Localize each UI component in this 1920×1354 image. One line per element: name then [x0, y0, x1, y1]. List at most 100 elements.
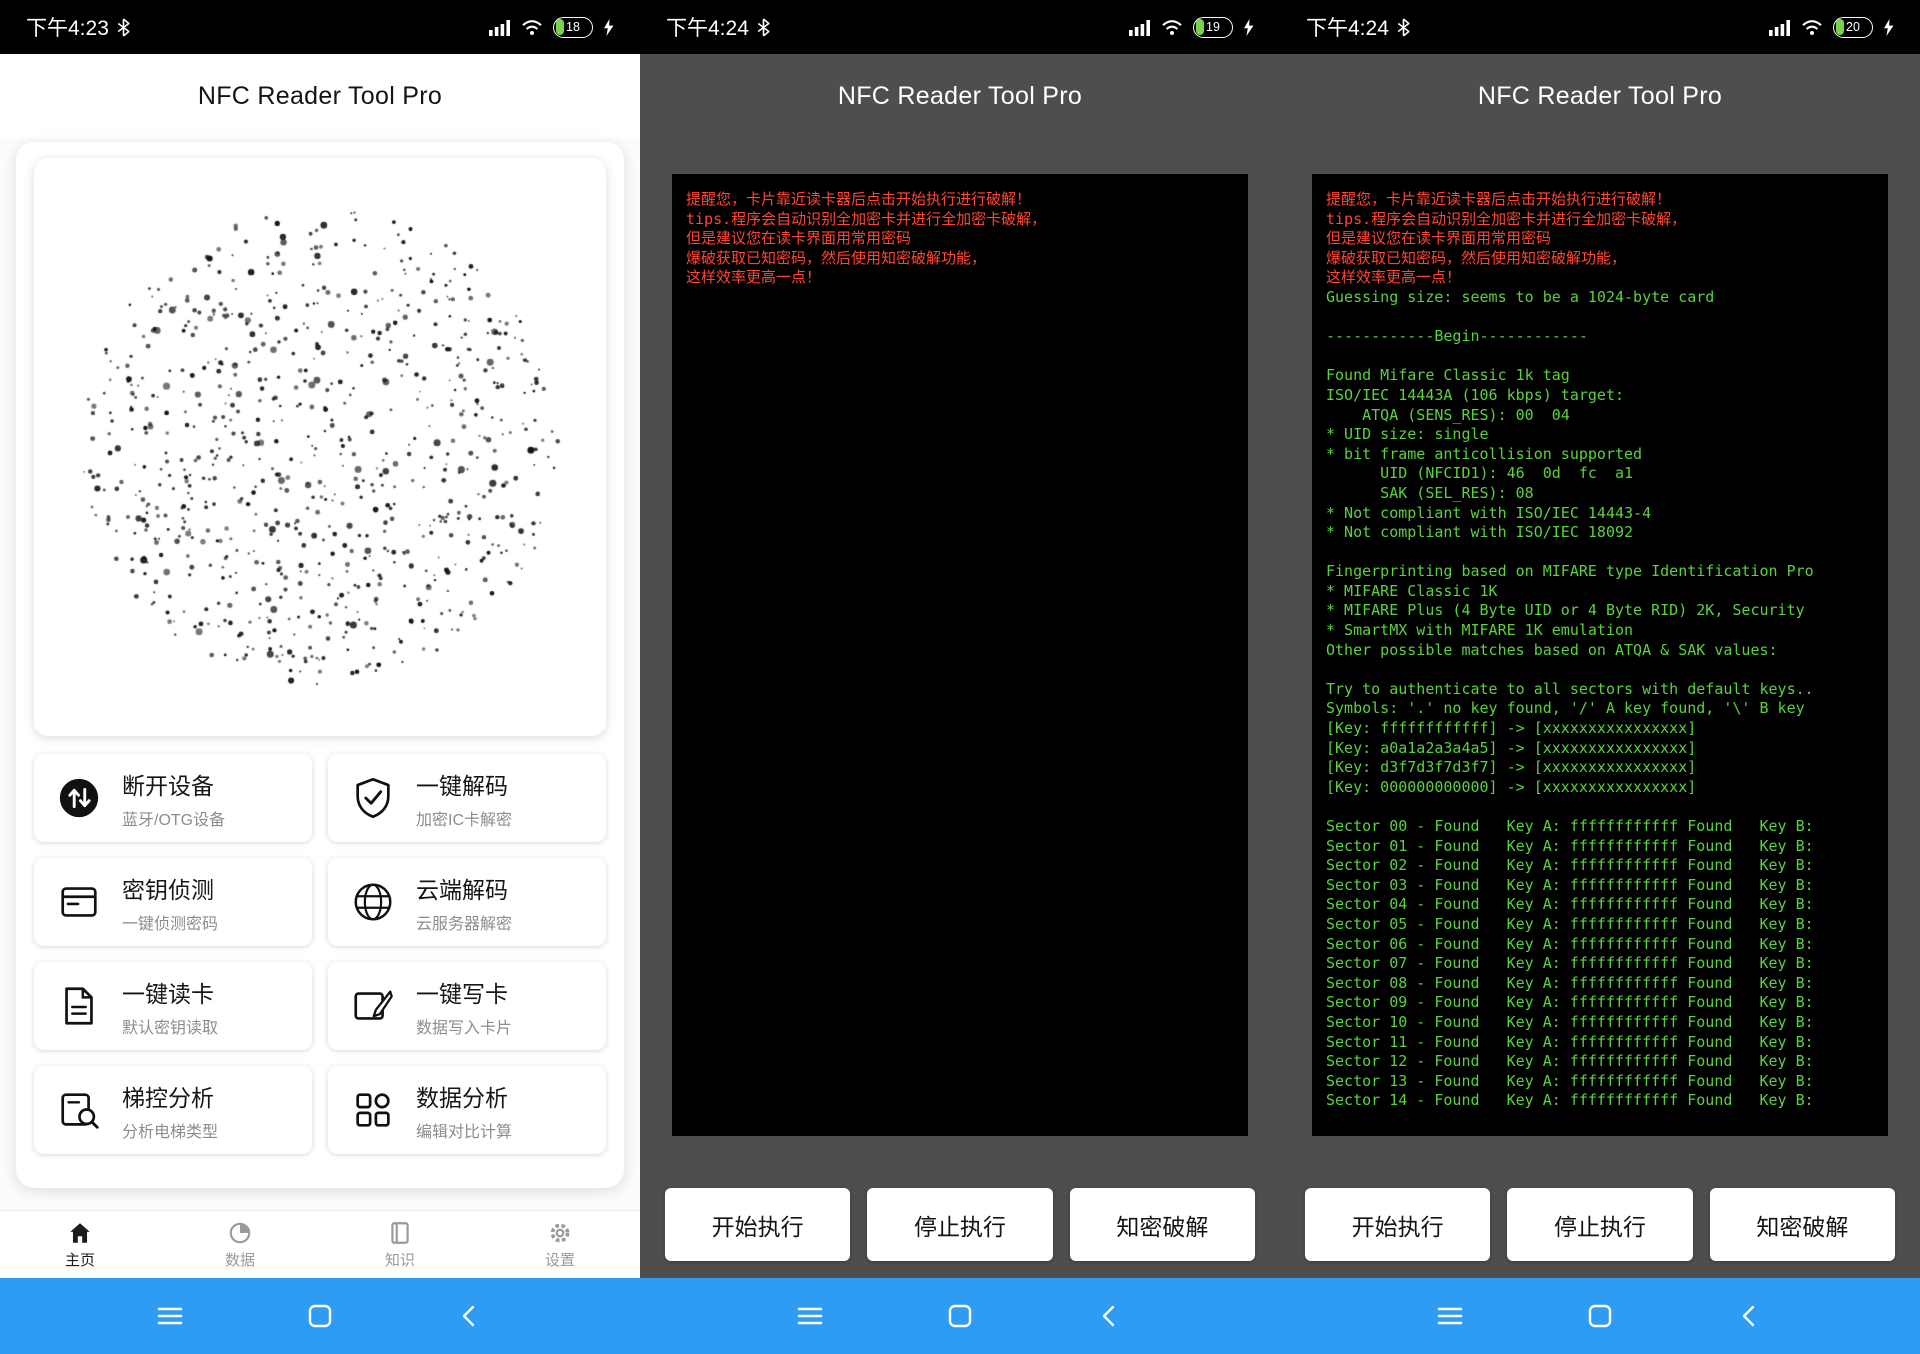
action-title: 断开设备 — [122, 767, 225, 801]
crack-content: 提醒您，卡片靠近读卡器后点击开始执行进行破解！tips.程序会自动识别全加密卡并… — [640, 138, 1280, 1278]
terminal-output[interactable]: 提醒您，卡片靠近读卡器后点击开始执行进行破解！tips.程序会自动识别全加密卡并… — [1312, 174, 1888, 1136]
elevator-analysis-button[interactable]: 梯控分析分析电梯类型 — [34, 1066, 312, 1154]
action-subtitle: 编辑对比计算 — [416, 1118, 512, 1142]
action-subtitle: 数据写入卡片 — [416, 1014, 512, 1038]
terminal-line: 但是建议您在读卡界面用常用密码 — [1326, 229, 1874, 249]
nav-back-button[interactable] — [448, 1294, 492, 1338]
status-left: 下午4:24 — [1306, 12, 1410, 42]
elevator-analysis-icon — [56, 1087, 102, 1133]
terminal-line: Other possible matches based on ATQA & S… — [1326, 641, 1874, 661]
nav-home-button[interactable] — [938, 1294, 982, 1338]
action-subtitle: 云服务器解密 — [416, 910, 512, 934]
back-chevron-icon — [1736, 1302, 1764, 1330]
nav-menu-button[interactable] — [1428, 1294, 1472, 1338]
menu-icon — [796, 1302, 824, 1330]
tab-label: 知识 — [385, 1249, 415, 1270]
terminal-line: ATQA (SENS_RES): 00 04 — [1326, 406, 1874, 426]
nav-back-button[interactable] — [1728, 1294, 1772, 1338]
data-analysis-icon — [350, 1087, 396, 1133]
stop-execute-button[interactable]: 停止执行 — [1507, 1188, 1692, 1261]
crack-button-row: 开始执行 停止执行 知密破解 — [1305, 1188, 1895, 1261]
signal-icon — [1129, 19, 1151, 36]
status-bar: 下午4:23 18 — [0, 0, 640, 54]
action-subtitle: 加密IC卡解密 — [416, 806, 512, 830]
terminal-line: * Not compliant with ISO/IEC 18092 — [1326, 523, 1874, 543]
clock: 下午4:24 — [1306, 12, 1389, 42]
terminal-line: * SmartMX with MIFARE 1K emulation — [1326, 621, 1874, 641]
terminal-result-block: Guessing size: seems to be a 1024-byte c… — [1326, 288, 1874, 1111]
android-nav-bar — [1280, 1278, 1920, 1354]
known-key-crack-button[interactable]: 知密破解 — [1070, 1188, 1255, 1261]
charging-bolt-icon — [1883, 19, 1894, 36]
terminal-line: Sector 09 - Found Key A: ffffffffffff Fo… — [1326, 993, 1874, 1013]
terminal-line: Sector 08 - Found Key A: ffffffffffff Fo… — [1326, 974, 1874, 994]
terminal-line: 这样效率更高一点！ — [686, 268, 1234, 288]
tab-settings[interactable]: 设置 — [480, 1211, 640, 1278]
status-right: 18 — [489, 17, 614, 38]
wifi-icon — [1161, 19, 1183, 36]
one-key-read-button[interactable]: 一键读卡默认密钥读取 — [34, 962, 312, 1050]
battery-indicator: 18 — [553, 17, 593, 38]
action-title: 一键写卡 — [416, 975, 512, 1009]
action-subtitle: 分析电梯类型 — [122, 1118, 218, 1142]
book-icon — [387, 1220, 413, 1246]
terminal-line: Sector 05 - Found Key A: ffffffffffff Fo… — [1326, 915, 1874, 935]
gear-icon — [547, 1220, 573, 1246]
terminal-line: UID (NFCID1): 46 0d fc a1 — [1326, 464, 1874, 484]
action-title: 数据分析 — [416, 1079, 512, 1113]
home-square-icon — [306, 1302, 334, 1330]
terminal-warning-block: 提醒您，卡片靠近读卡器后点击开始执行进行破解！tips.程序会自动识别全加密卡并… — [686, 190, 1234, 288]
home-square-icon — [1586, 1302, 1614, 1330]
nav-back-button[interactable] — [1088, 1294, 1132, 1338]
terminal-line: ------------Begin------------ — [1326, 327, 1874, 347]
known-key-crack-button[interactable]: 知密破解 — [1710, 1188, 1895, 1261]
terminal-line — [1326, 660, 1874, 680]
data-analysis-button[interactable]: 数据分析编辑对比计算 — [328, 1066, 606, 1154]
terminal-line: * Not compliant with ISO/IEC 14443-4 — [1326, 504, 1874, 524]
tab-home[interactable]: 主页 — [0, 1211, 160, 1278]
terminal-line — [1326, 308, 1874, 328]
stop-execute-button[interactable]: 停止执行 — [867, 1188, 1052, 1261]
nav-home-button[interactable] — [1578, 1294, 1622, 1338]
bluetooth-icon — [757, 18, 770, 37]
nav-home-button[interactable] — [298, 1294, 342, 1338]
tab-data[interactable]: 数据 — [160, 1211, 320, 1278]
home-card: 断开设备蓝牙/OTG设备 一键解码加密IC卡解密 密钥侦测一键侦测密码 云端解码… — [16, 142, 624, 1188]
terminal-line: [Key: 000000000000] -> [xxxxxxxxxxxxxxxx… — [1326, 778, 1874, 798]
nav-menu-button[interactable] — [788, 1294, 832, 1338]
tab-knowledge[interactable]: 知识 — [320, 1211, 480, 1278]
back-chevron-icon — [456, 1302, 484, 1330]
tab-label: 主页 — [65, 1249, 95, 1270]
action-subtitle: 默认密钥读取 — [122, 1014, 218, 1038]
disconnect-device-button[interactable]: 断开设备蓝牙/OTG设备 — [34, 754, 312, 842]
start-execute-button[interactable]: 开始执行 — [665, 1188, 850, 1261]
terminal-line: [Key: ffffffffffff] -> [xxxxxxxxxxxxxxxx… — [1326, 719, 1874, 739]
terminal-line: 但是建议您在读卡界面用常用密码 — [686, 229, 1234, 249]
disconnect-icon — [56, 775, 102, 821]
menu-icon — [156, 1302, 184, 1330]
signal-icon — [489, 19, 511, 36]
nav-menu-button[interactable] — [148, 1294, 192, 1338]
home-content: 断开设备蓝牙/OTG设备 一键解码加密IC卡解密 密钥侦测一键侦测密码 云端解码… — [0, 138, 640, 1278]
pie-chart-icon — [227, 1220, 253, 1246]
terminal-output[interactable]: 提醒您，卡片靠近读卡器后点击开始执行进行破解！tips.程序会自动识别全加密卡并… — [672, 174, 1248, 1136]
bottom-tab-bar: 主页 数据 知识 设置 — [0, 1210, 640, 1278]
page-title: NFC Reader Tool Pro — [1280, 54, 1920, 138]
key-detect-button[interactable]: 密钥侦测一键侦测密码 — [34, 858, 312, 946]
one-key-decode-button[interactable]: 一键解码加密IC卡解密 — [328, 754, 606, 842]
terminal-line: * MIFARE Classic 1K — [1326, 582, 1874, 602]
terminal-line: Sector 06 - Found Key A: ffffffffffff Fo… — [1326, 935, 1874, 955]
terminal-line: 提醒您，卡片靠近读卡器后点击开始执行进行破解！ — [686, 190, 1234, 210]
cloud-decode-button[interactable]: 云端解码云服务器解密 — [328, 858, 606, 946]
clock: 下午4:24 — [666, 12, 749, 42]
battery-percent: 20 — [1834, 18, 1872, 37]
start-execute-button[interactable]: 开始执行 — [1305, 1188, 1490, 1261]
terminal-line: * bit frame anticollision supported — [1326, 445, 1874, 465]
menu-icon — [1436, 1302, 1464, 1330]
globe-icon — [350, 879, 396, 925]
terminal-line: 爆破获取已知密码，然后使用知密破解功能， — [1326, 249, 1874, 269]
terminal-line: tips.程序会自动识别全加密卡并进行全加密卡破解， — [686, 210, 1234, 230]
action-title: 梯控分析 — [122, 1079, 218, 1113]
sphere-panel — [34, 158, 606, 736]
one-key-write-button[interactable]: 一键写卡数据写入卡片 — [328, 962, 606, 1050]
